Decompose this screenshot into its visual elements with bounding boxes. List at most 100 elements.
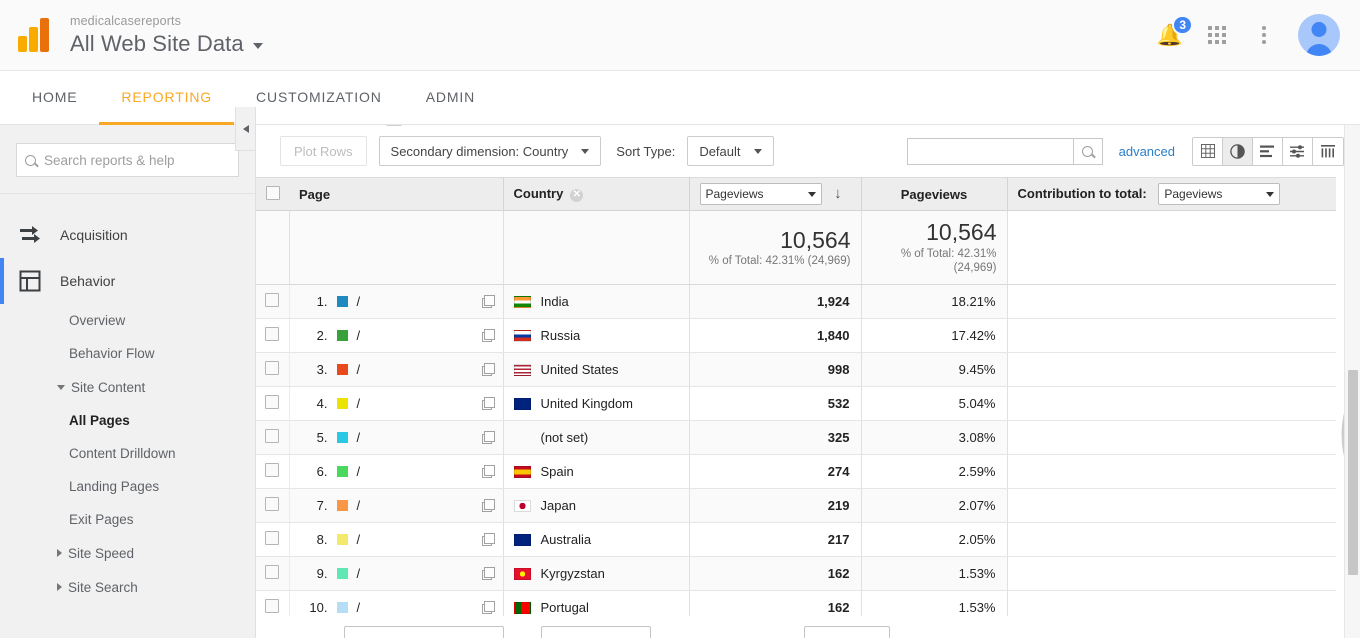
row-color-swatch: [336, 364, 348, 375]
chevron-down-icon[interactable]: [252, 43, 263, 50]
table-view-icon[interactable]: [1193, 137, 1223, 165]
row-page[interactable]: /: [357, 532, 482, 547]
row-checkbox[interactable]: [265, 429, 280, 443]
table-row[interactable]: 1. / India 1,924 18.21%: [256, 284, 1336, 319]
metric-select-value: Pageviews: [705, 187, 764, 201]
open-in-new-window-icon[interactable]: [481, 363, 495, 376]
sidebar-group-label: Site Speed: [68, 545, 135, 561]
metric-select[interactable]: Pageviews: [699, 183, 822, 205]
search-input[interactable]: [44, 152, 230, 168]
row-checkbox[interactable]: [265, 293, 280, 307]
row-page[interactable]: /: [357, 566, 482, 581]
open-in-new-window-icon[interactable]: [481, 329, 495, 342]
sidebar-group-site-speed[interactable]: Site Speed: [0, 536, 255, 570]
tab-home[interactable]: HOME: [10, 71, 99, 125]
search-icon[interactable]: [1072, 137, 1103, 165]
table-row[interactable]: 5. / (not set) 325 3.08%: [256, 420, 1336, 455]
comparison-view-icon[interactable]: [1283, 137, 1313, 165]
table-row[interactable]: 6. / Spain 274 2.59%: [256, 454, 1336, 489]
more-vertical-icon[interactable]: [1251, 22, 1277, 48]
open-in-new-window-icon[interactable]: [481, 295, 495, 308]
open-in-new-window-icon[interactable]: [481, 499, 495, 512]
open-in-new-window-icon[interactable]: [481, 465, 495, 478]
sidebar-group-site-search[interactable]: Site Search: [0, 570, 255, 604]
row-country-cell: Japan: [503, 488, 690, 523]
notifications-bell-icon[interactable]: 🔔 3: [1157, 15, 1193, 48]
tab-admin[interactable]: ADMIN: [404, 71, 497, 125]
table-row[interactable]: 4. / United Kingdom 532 5.04%: [256, 386, 1336, 421]
plot-rows-button[interactable]: Plot Rows: [280, 136, 367, 166]
secondary-dimension-button[interactable]: Secondary dimension: Country: [378, 136, 602, 166]
collapse-panel-icon[interactable]: [235, 107, 256, 151]
column-header-country[interactable]: Country ✕: [503, 177, 690, 211]
row-checkbox[interactable]: [265, 361, 280, 375]
table-row[interactable]: 3. / United States 998 9.45%: [256, 352, 1336, 387]
scrollbar-thumb[interactable]: [1348, 370, 1358, 575]
percentage-pie-view-icon[interactable]: [1223, 137, 1253, 165]
row-chart-spacer: [1007, 284, 1336, 319]
row-page[interactable]: /: [357, 362, 482, 377]
open-in-new-window-icon[interactable]: [481, 533, 495, 546]
sidebar-item-exit-pages[interactable]: Exit Pages: [0, 503, 255, 536]
row-checkbox[interactable]: [265, 395, 280, 409]
page-nav-buttons[interactable]: [804, 626, 890, 638]
user-avatar[interactable]: [1298, 14, 1340, 56]
table-row[interactable]: 8. / Australia 217 2.05%: [256, 522, 1336, 557]
pivot-view-icon[interactable]: [1313, 137, 1343, 165]
row-checkbox[interactable]: [265, 531, 280, 545]
row-select-cell: [256, 386, 290, 421]
open-in-new-window-icon[interactable]: [481, 567, 495, 580]
row-checkbox[interactable]: [265, 599, 280, 613]
sidebar-group-site-content[interactable]: Site Content: [0, 370, 255, 404]
property-name: All Web Site Data: [70, 31, 244, 57]
row-page[interactable]: /: [357, 600, 482, 615]
row-checkbox[interactable]: [265, 327, 280, 341]
search-reports-box[interactable]: [16, 143, 239, 177]
sidebar-item-behavior[interactable]: Behavior: [0, 258, 255, 304]
table-search-input[interactable]: [906, 137, 1073, 165]
account-property-selector[interactable]: medicalcasereports All Web Site Data: [70, 15, 263, 56]
sidebar-item-content-drilldown[interactable]: Content Drilldown: [0, 437, 255, 470]
tab-reporting[interactable]: REPORTING: [99, 71, 235, 125]
row-page[interactable]: /: [357, 498, 482, 513]
open-in-new-window-icon[interactable]: [481, 397, 495, 410]
table-row[interactable]: 2. / Russia 1,840 17.42%: [256, 318, 1336, 353]
column-header-pageviews[interactable]: Pageviews: [861, 177, 1008, 211]
row-page[interactable]: /: [357, 464, 482, 479]
row-country-cell: Russia: [503, 318, 690, 353]
contribution-select[interactable]: Pageviews: [1158, 183, 1281, 205]
row-page[interactable]: /: [357, 328, 482, 343]
row-page-cell: 7. /: [289, 488, 504, 523]
row-checkbox[interactable]: [265, 565, 280, 579]
remove-dimension-icon[interactable]: ✕: [570, 188, 584, 202]
column-header-page[interactable]: Page: [289, 177, 504, 211]
apps-grid-icon[interactable]: [1204, 22, 1230, 48]
rows-per-page-select[interactable]: [344, 626, 504, 638]
select-all-checkbox[interactable]: [266, 185, 280, 200]
table-row[interactable]: 9. / Kyrgyzstan 162 1.53%: [256, 556, 1336, 591]
performance-bar-view-icon[interactable]: [1253, 137, 1283, 165]
page-range-field[interactable]: [541, 626, 651, 638]
advanced-link[interactable]: advanced: [1119, 144, 1175, 159]
open-in-new-window-icon[interactable]: [481, 431, 495, 444]
sidebar-item-overview[interactable]: Overview: [0, 304, 255, 337]
table-row[interactable]: 7. / Japan 219 2.07%: [256, 488, 1336, 523]
row-checkbox[interactable]: [265, 463, 280, 477]
row-page[interactable]: /: [357, 396, 482, 411]
tab-customization[interactable]: CUSTOMIZATION: [234, 71, 404, 125]
sidebar-item-acquisition[interactable]: Acquisition: [0, 212, 255, 258]
sidebar-item-behavior-flow[interactable]: Behavior Flow: [0, 337, 255, 370]
open-in-new-window-icon[interactable]: [481, 601, 495, 614]
sort-type-select[interactable]: Default: [687, 136, 774, 166]
sidebar-item-landing-pages[interactable]: Landing Pages: [0, 470, 255, 503]
row-index: 3.: [316, 362, 328, 377]
row-page[interactable]: /: [357, 294, 482, 309]
row-color-swatch: [336, 534, 348, 545]
row-page[interactable]: /: [357, 430, 482, 445]
sidebar-item-all-pages[interactable]: All Pages: [0, 404, 255, 437]
row-pageviews: 1,840: [689, 318, 862, 353]
scrollbar[interactable]: [1344, 125, 1360, 638]
sort-descending-icon[interactable]: ↓: [834, 185, 842, 202]
row-checkbox[interactable]: [265, 497, 280, 511]
row-chart-spacer: [1007, 420, 1336, 455]
